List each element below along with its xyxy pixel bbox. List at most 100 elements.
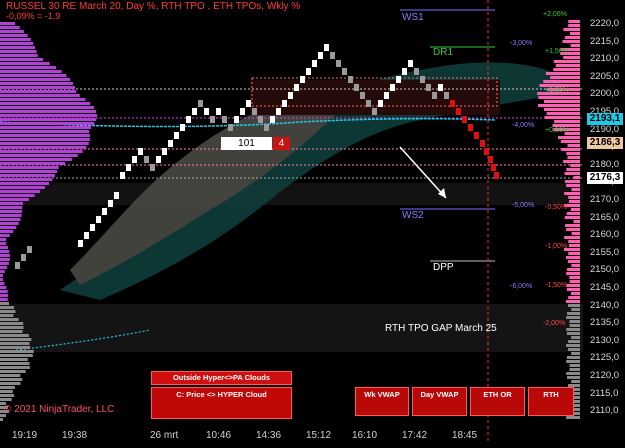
profile-bar [567,312,580,315]
profile-bar [0,182,49,185]
profile-bar [567,304,580,307]
profile-bar [538,96,580,99]
renko-brick [324,44,329,51]
price-hyper-cloud-button[interactable]: C: Price <> HYPER Cloud [151,387,292,419]
profile-bar [553,68,580,71]
profile-bar [0,330,23,333]
profile-bar [564,172,580,175]
renko-brick [312,60,317,67]
profile-bar [564,36,580,39]
profile-bar [566,288,580,291]
time-tick-label: 16:10 [352,430,378,441]
chart-area[interactable]: RUSSEL 30 RE March 20, Day %, RTH TPO , … [0,0,625,443]
pct-m150: -1,50% [545,282,568,289]
renko-brick [216,108,221,115]
pct-p150: +1,50% [545,48,569,55]
pct-p050: +0,50% [545,127,569,134]
renko-brick [432,92,437,99]
renko-brick [494,172,499,179]
profile-bar [0,102,91,105]
profile-bar [0,250,10,253]
profile-bar [0,190,41,193]
renko-brick [150,164,155,171]
profile-bar [544,108,580,111]
profile-bar [546,112,580,115]
profile-bar [564,216,580,219]
profile-bar [0,374,21,377]
renko-brick [120,172,125,179]
renko-chart[interactable] [0,0,625,443]
profile-bar [564,192,580,195]
profile-bar [0,218,21,221]
price-tick-label: 2140,0 [590,299,620,311]
profile-bar [0,418,3,421]
profile-bar [564,236,580,239]
rth-button[interactable]: RTH [528,387,574,416]
profile-bar [0,314,14,317]
ws2-label: WS2 [402,210,424,221]
wk-vwap-button[interactable]: Wk VWAP [355,387,409,416]
profile-bar [560,140,580,143]
price-tick-label: 2215,0 [590,35,620,47]
profile-bar [567,268,580,271]
profile-bar [0,170,58,173]
renko-brick [15,262,20,269]
price-tick-label: 2205,0 [590,70,620,82]
profile-bar [0,354,33,357]
profile-bar [0,294,9,297]
renko-brick [132,156,137,163]
profile-bar [0,194,35,197]
renko-brick [330,52,335,59]
time-tick-label: 26 mrt [150,430,179,441]
day-vwap-button[interactable]: Day VWAP [412,387,467,416]
renko-brick [78,240,83,247]
profile-bar [0,46,36,49]
profile-bar [566,356,580,359]
renko-brick [156,156,161,163]
profile-bar [0,202,24,205]
pct-p100: +1,00% [545,87,569,94]
outside-hyper-clouds-button[interactable]: Outside Hyper<>PA Clouds [151,371,292,385]
renko-brick [348,76,353,83]
profile-bar [0,238,7,241]
profile-bar [567,260,580,263]
renko-brick [90,224,95,231]
profile-bar [0,302,10,305]
renko-brick [162,148,167,155]
price-tick-label: 2135,0 [590,317,620,329]
profile-bar [0,82,74,85]
renko-brick [366,100,371,107]
profile-bar [0,22,16,25]
profile-bar [0,358,28,361]
dr1-label: DR1 [433,47,454,58]
profile-bar [0,334,29,337]
profile-bar [0,342,30,345]
profile-bar [550,76,580,79]
profile-bar [0,286,7,289]
renko-brick [27,246,32,253]
profile-bar [0,178,53,181]
renko-brick [168,140,173,147]
profile-bar [0,158,72,161]
renko-brick [318,52,323,59]
profile-bar [0,106,94,109]
profile-bar [571,352,580,355]
profile-bar [571,380,580,383]
profile-bar [0,66,57,69]
profile-bar [563,28,580,31]
eth-or-button[interactable]: ETH OR [470,387,525,416]
time-tick-label: 10:46 [206,430,232,441]
price-tick-label: 2130,0 [590,334,620,346]
price-tick-label: 2180,0 [590,158,620,170]
time-tick-label: 17:42 [402,430,428,441]
renko-brick [222,116,227,123]
gap-annotation: RTH TPO GAP March 25 [385,323,497,334]
renko-brick [264,124,269,131]
profile-bar [545,72,580,75]
renko-brick [180,124,185,131]
profile-bar [568,24,580,27]
time-tick-label: 14:36 [256,430,282,441]
profile-bar [0,390,13,393]
profile-bar [0,198,29,201]
profile-bar [0,86,75,89]
